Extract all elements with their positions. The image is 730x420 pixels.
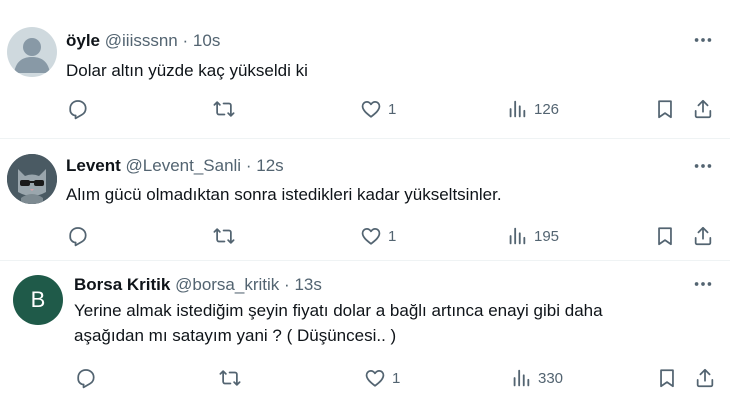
share-icon — [694, 99, 712, 119]
cat-avatar-icon — [7, 154, 57, 204]
retweet-button[interactable] — [213, 225, 235, 247]
reply-icon — [77, 369, 95, 389]
like-button[interactable]: 1 — [360, 98, 396, 120]
views-button[interactable]: 195 — [506, 225, 559, 247]
view-count: 330 — [538, 369, 564, 387]
reply-button[interactable] — [75, 367, 97, 389]
share-button[interactable] — [692, 98, 714, 120]
display-name[interactable]: Levent — [66, 156, 121, 175]
avatar[interactable]: B — [13, 275, 63, 325]
timestamp[interactable]: 12s — [256, 156, 283, 175]
retweet-button[interactable] — [219, 367, 241, 389]
bookmark-icon — [658, 100, 672, 119]
like-icon — [365, 369, 385, 387]
more-icon[interactable] — [692, 155, 714, 177]
user-handle[interactable]: @borsa_kritik — [175, 275, 279, 294]
tweet-text: Dolar altın yüzde kaç yükseldi ki — [66, 58, 308, 83]
like-button[interactable]: 1 — [364, 367, 400, 389]
bookmark-icon — [660, 369, 674, 388]
tweet[interactable]: B Borsa Kritik @borsa_kritik · 13s Yerin… — [0, 261, 730, 420]
share-icon — [694, 226, 712, 246]
bookmark-button[interactable] — [656, 367, 678, 389]
avatar[interactable] — [7, 27, 57, 77]
views-icon — [513, 369, 530, 387]
display-name[interactable]: öyle — [66, 31, 100, 50]
like-button[interactable]: 1 — [360, 225, 396, 247]
views-button[interactable]: 330 — [510, 367, 563, 389]
like-icon — [361, 100, 381, 118]
views-icon — [509, 227, 526, 245]
retweet-icon — [213, 228, 235, 244]
share-button[interactable] — [694, 367, 716, 389]
user-handle[interactable]: @iiisssnn — [105, 31, 178, 50]
retweet-button[interactable] — [213, 98, 235, 120]
bookmark-button[interactable] — [654, 225, 676, 247]
views-icon — [509, 100, 526, 118]
tweet-header: Borsa Kritik @borsa_kritik · 13s — [74, 275, 322, 295]
avatar[interactable] — [7, 154, 57, 204]
tweet[interactable]: Levent @Levent_Sanli · 12s Alım gücü olm… — [0, 139, 730, 260]
view-count: 195 — [534, 227, 560, 245]
reply-button[interactable] — [67, 98, 89, 120]
bookmark-icon — [658, 227, 672, 246]
tweet-text-line: Yerine almak istediğim şeyin fiyatı dola… — [74, 301, 603, 320]
tweet-text: Yerine almak istediğim şeyin fiyatı dola… — [74, 298, 603, 348]
share-icon — [696, 368, 714, 388]
like-count: 1 — [388, 227, 397, 245]
separator-dot: · — [182, 31, 189, 50]
view-count: 126 — [534, 100, 560, 118]
more-icon[interactable] — [692, 273, 714, 295]
tweet-text-line: aşağıdan mı satayım yani ? ( Düşüncesi..… — [74, 326, 397, 345]
share-button[interactable] — [692, 225, 714, 247]
like-count: 1 — [392, 369, 401, 387]
views-button[interactable]: 126 — [506, 98, 559, 120]
retweet-icon — [219, 370, 241, 386]
like-count: 1 — [388, 100, 397, 118]
more-icon[interactable] — [692, 29, 714, 51]
like-icon — [361, 227, 381, 245]
separator-dot: · — [245, 156, 252, 175]
display-name[interactable]: Borsa Kritik — [74, 275, 170, 294]
tweet-header: öyle @iiisssnn · 10s — [66, 31, 220, 51]
default-avatar-icon — [14, 38, 50, 73]
bookmark-button[interactable] — [654, 98, 676, 120]
retweet-icon — [213, 101, 235, 117]
reply-icon — [69, 100, 87, 120]
reply-button[interactable] — [67, 225, 89, 247]
tweet-text-line: Dolar altın yüzde kaç yükseldi ki — [66, 61, 308, 80]
tweet-header: Levent @Levent_Sanli · 12s — [66, 156, 284, 176]
reply-icon — [69, 227, 87, 247]
avatar-letter: B — [30, 287, 46, 312]
tweet-text-line: Alım gücü olmadıktan sonra istedikleri k… — [66, 185, 502, 204]
user-handle[interactable]: @Levent_Sanli — [126, 156, 242, 175]
tweet-text: Alım gücü olmadıktan sonra istedikleri k… — [66, 182, 502, 207]
timestamp[interactable]: 13s — [294, 275, 321, 294]
tweet[interactable]: öyle @iiisssnn · 10s Dolar altın yüzde k… — [0, 0, 730, 138]
separator-dot: · — [284, 275, 290, 294]
timestamp[interactable]: 10s — [193, 31, 220, 50]
